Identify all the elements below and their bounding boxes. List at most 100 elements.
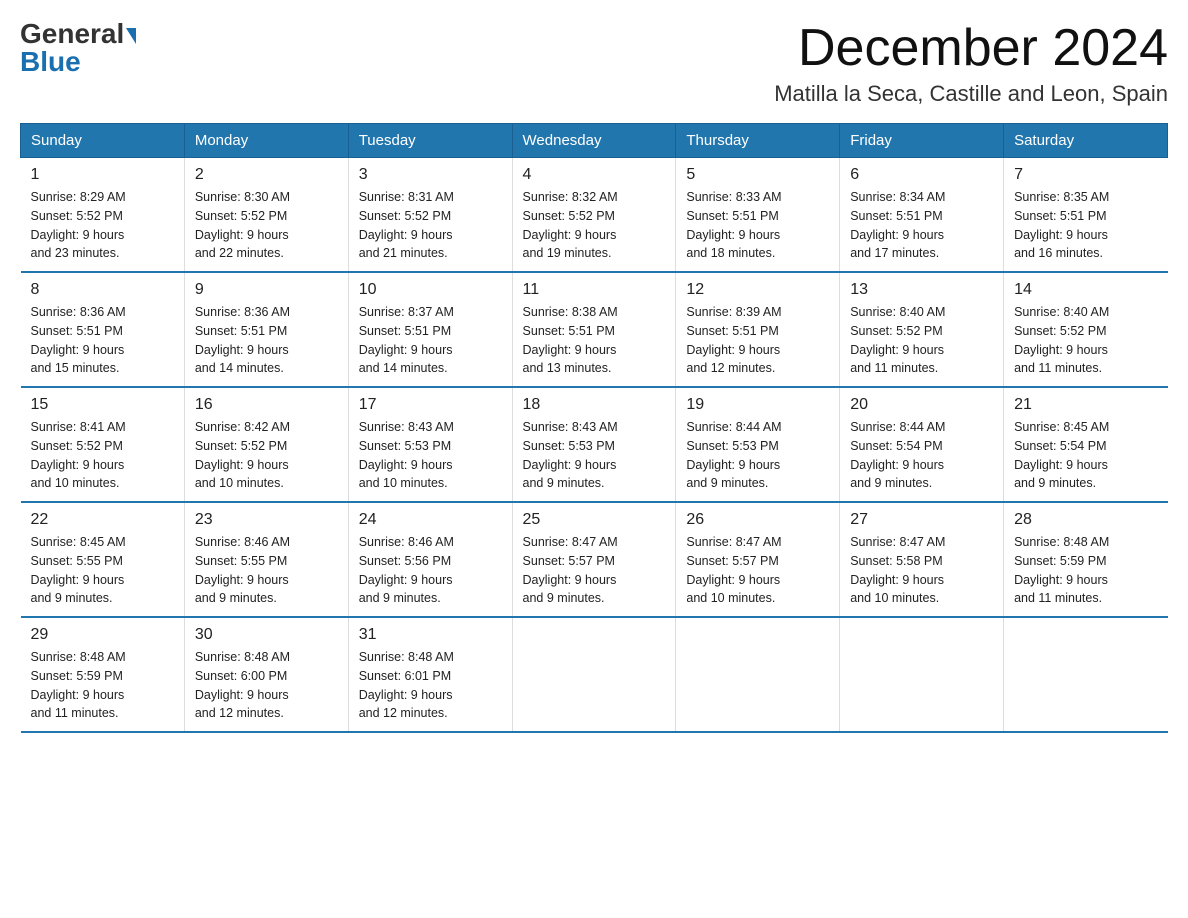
logo-general-text: General	[20, 18, 136, 49]
day-info: Sunrise: 8:30 AMSunset: 5:52 PMDaylight:…	[195, 190, 290, 260]
day-number: 15	[31, 396, 174, 414]
day-number: 13	[850, 281, 993, 299]
calendar-cell: 12 Sunrise: 8:39 AMSunset: 5:51 PMDayligh…	[676, 272, 840, 387]
calendar-cell: 13Sunrise: 8:40 AMSunset: 5:52 PMDayligh…	[840, 272, 1004, 387]
logo: General Blue	[20, 20, 136, 76]
calendar-cell	[676, 617, 840, 732]
day-number: 31	[359, 626, 502, 644]
day-number: 4	[523, 166, 666, 184]
calendar-cell: 22Sunrise: 8:45 AMSunset: 5:55 PMDayligh…	[21, 502, 185, 617]
calendar-cell: 1 Sunrise: 8:29 AMSunset: 5:52 PMDaylight…	[21, 158, 185, 273]
day-info: Sunrise: 8:43 AMSunset: 5:53 PMDaylight:…	[359, 420, 454, 490]
calendar-cell: 28 Sunrise: 8:48 AMSunset: 5:59 PMDayligh…	[1004, 502, 1168, 617]
day-info: Sunrise: 8:31 AMSunset: 5:52 PMDaylight:…	[359, 190, 454, 260]
day-info: Sunrise: 8:46 AMSunset: 5:56 PMDaylight:…	[359, 535, 454, 605]
day-number: 24	[359, 511, 502, 529]
calendar-header-row: SundayMondayTuesdayWednesdayThursdayFrid…	[21, 124, 1168, 158]
calendar-cell: 9Sunrise: 8:36 AMSunset: 5:51 PMDaylight…	[184, 272, 348, 387]
calendar-week-row: 8 Sunrise: 8:36 AMSunset: 5:51 PMDaylight…	[21, 272, 1168, 387]
location-subtitle: Matilla la Seca, Castille and Leon, Spai…	[774, 81, 1168, 107]
day-info: Sunrise: 8:38 AMSunset: 5:51 PMDaylight:…	[523, 305, 618, 375]
calendar-cell: 10 Sunrise: 8:37 AMSunset: 5:51 PMDayligh…	[348, 272, 512, 387]
calendar-cell: 23 Sunrise: 8:46 AMSunset: 5:55 PMDayligh…	[184, 502, 348, 617]
day-info: Sunrise: 8:36 AMSunset: 5:51 PMDaylight:…	[195, 305, 290, 375]
day-number: 1	[31, 166, 174, 184]
calendar-cell: 25Sunrise: 8:47 AMSunset: 5:57 PMDayligh…	[512, 502, 676, 617]
day-info: Sunrise: 8:37 AMSunset: 5:51 PMDaylight:…	[359, 305, 454, 375]
day-info: Sunrise: 8:40 AMSunset: 5:52 PMDaylight:…	[1014, 305, 1109, 375]
calendar-week-row: 22Sunrise: 8:45 AMSunset: 5:55 PMDayligh…	[21, 502, 1168, 617]
header-saturday: Saturday	[1004, 124, 1168, 158]
day-info: Sunrise: 8:35 AMSunset: 5:51 PMDaylight:…	[1014, 190, 1109, 260]
day-number: 10	[359, 281, 502, 299]
calendar-cell: 7 Sunrise: 8:35 AMSunset: 5:51 PMDaylight…	[1004, 158, 1168, 273]
calendar-cell: 15 Sunrise: 8:41 AMSunset: 5:52 PMDayligh…	[21, 387, 185, 502]
calendar-cell: 29 Sunrise: 8:48 AMSunset: 5:59 PMDayligh…	[21, 617, 185, 732]
day-info: Sunrise: 8:32 AMSunset: 5:52 PMDaylight:…	[523, 190, 618, 260]
day-number: 7	[1014, 166, 1157, 184]
day-info: Sunrise: 8:33 AMSunset: 5:51 PMDaylight:…	[686, 190, 781, 260]
calendar-cell: 24 Sunrise: 8:46 AMSunset: 5:56 PMDayligh…	[348, 502, 512, 617]
header-monday: Monday	[184, 124, 348, 158]
day-number: 28	[1014, 511, 1157, 529]
day-info: Sunrise: 8:34 AMSunset: 5:51 PMDaylight:…	[850, 190, 945, 260]
calendar-week-row: 1 Sunrise: 8:29 AMSunset: 5:52 PMDaylight…	[21, 158, 1168, 273]
calendar-cell: 17Sunrise: 8:43 AMSunset: 5:53 PMDayligh…	[348, 387, 512, 502]
day-info: Sunrise: 8:48 AMSunset: 6:00 PMDaylight:…	[195, 650, 290, 720]
calendar-cell: 27 Sunrise: 8:47 AMSunset: 5:58 PMDayligh…	[840, 502, 1004, 617]
calendar-cell: 20Sunrise: 8:44 AMSunset: 5:54 PMDayligh…	[840, 387, 1004, 502]
calendar-cell: 26Sunrise: 8:47 AMSunset: 5:57 PMDayligh…	[676, 502, 840, 617]
calendar-cell	[1004, 617, 1168, 732]
calendar-cell: 14Sunrise: 8:40 AMSunset: 5:52 PMDayligh…	[1004, 272, 1168, 387]
day-number: 26	[686, 511, 829, 529]
logo-general-line: General	[20, 20, 136, 48]
day-info: Sunrise: 8:41 AMSunset: 5:52 PMDaylight:…	[31, 420, 126, 490]
page-header: General Blue December 2024 Matilla la Se…	[20, 20, 1168, 107]
calendar-cell: 11Sunrise: 8:38 AMSunset: 5:51 PMDayligh…	[512, 272, 676, 387]
day-number: 18	[523, 396, 666, 414]
calendar-table: SundayMondayTuesdayWednesdayThursdayFrid…	[20, 123, 1168, 733]
calendar-cell: 16Sunrise: 8:42 AMSunset: 5:52 PMDayligh…	[184, 387, 348, 502]
day-info: Sunrise: 8:44 AMSunset: 5:54 PMDaylight:…	[850, 420, 945, 490]
day-info: Sunrise: 8:47 AMSunset: 5:58 PMDaylight:…	[850, 535, 945, 605]
calendar-cell: 6 Sunrise: 8:34 AMSunset: 5:51 PMDaylight…	[840, 158, 1004, 273]
day-number: 25	[523, 511, 666, 529]
calendar-cell	[840, 617, 1004, 732]
day-number: 27	[850, 511, 993, 529]
day-info: Sunrise: 8:29 AMSunset: 5:52 PMDaylight:…	[31, 190, 126, 260]
header-wednesday: Wednesday	[512, 124, 676, 158]
calendar-cell: 31 Sunrise: 8:48 AMSunset: 6:01 PMDayligh…	[348, 617, 512, 732]
day-number: 29	[31, 626, 174, 644]
header-sunday: Sunday	[21, 124, 185, 158]
calendar-cell: 5 Sunrise: 8:33 AMSunset: 5:51 PMDaylight…	[676, 158, 840, 273]
title-area: December 2024 Matilla la Seca, Castille …	[774, 20, 1168, 107]
calendar-week-row: 15 Sunrise: 8:41 AMSunset: 5:52 PMDayligh…	[21, 387, 1168, 502]
day-info: Sunrise: 8:39 AMSunset: 5:51 PMDaylight:…	[686, 305, 781, 375]
calendar-cell: 8 Sunrise: 8:36 AMSunset: 5:51 PMDaylight…	[21, 272, 185, 387]
calendar-cell: 2Sunrise: 8:30 AMSunset: 5:52 PMDaylight…	[184, 158, 348, 273]
day-info: Sunrise: 8:48 AMSunset: 5:59 PMDaylight:…	[31, 650, 126, 720]
day-number: 12	[686, 281, 829, 299]
logo-triangle-icon	[126, 28, 136, 44]
calendar-cell: 30Sunrise: 8:48 AMSunset: 6:00 PMDayligh…	[184, 617, 348, 732]
day-number: 8	[31, 281, 174, 299]
day-info: Sunrise: 8:44 AMSunset: 5:53 PMDaylight:…	[686, 420, 781, 490]
day-info: Sunrise: 8:48 AMSunset: 5:59 PMDaylight:…	[1014, 535, 1109, 605]
day-info: Sunrise: 8:45 AMSunset: 5:55 PMDaylight:…	[31, 535, 126, 605]
day-info: Sunrise: 8:36 AMSunset: 5:51 PMDaylight:…	[31, 305, 126, 375]
day-info: Sunrise: 8:46 AMSunset: 5:55 PMDaylight:…	[195, 535, 290, 605]
calendar-cell: 4 Sunrise: 8:32 AMSunset: 5:52 PMDaylight…	[512, 158, 676, 273]
day-info: Sunrise: 8:48 AMSunset: 6:01 PMDaylight:…	[359, 650, 454, 720]
day-number: 23	[195, 511, 338, 529]
day-number: 5	[686, 166, 829, 184]
day-info: Sunrise: 8:43 AMSunset: 5:53 PMDaylight:…	[523, 420, 618, 490]
day-number: 21	[1014, 396, 1157, 414]
day-info: Sunrise: 8:45 AMSunset: 5:54 PMDaylight:…	[1014, 420, 1109, 490]
month-title: December 2024	[774, 20, 1168, 77]
calendar-cell: 3 Sunrise: 8:31 AMSunset: 5:52 PMDaylight…	[348, 158, 512, 273]
day-info: Sunrise: 8:42 AMSunset: 5:52 PMDaylight:…	[195, 420, 290, 490]
day-number: 3	[359, 166, 502, 184]
header-thursday: Thursday	[676, 124, 840, 158]
calendar-cell: 21 Sunrise: 8:45 AMSunset: 5:54 PMDayligh…	[1004, 387, 1168, 502]
day-number: 6	[850, 166, 993, 184]
